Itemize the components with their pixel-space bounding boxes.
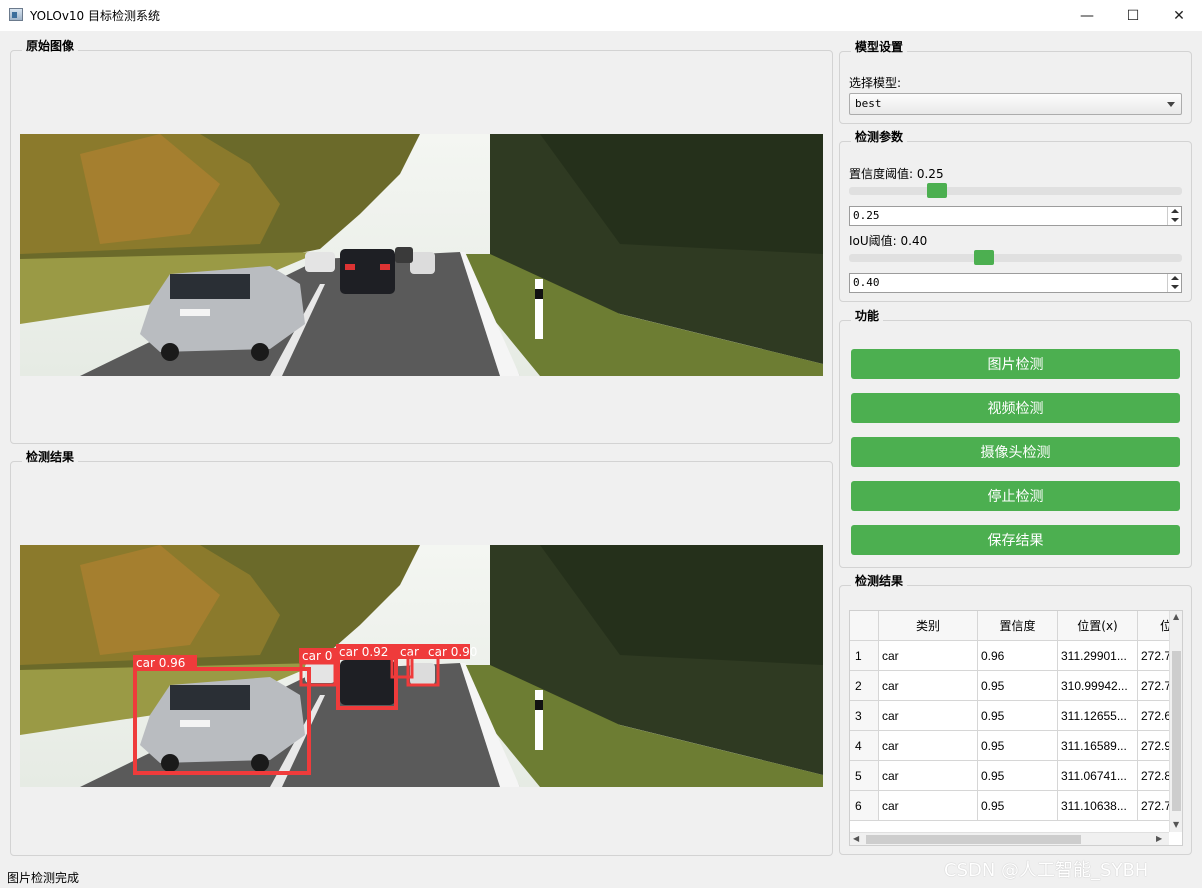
confidence-label: 置信度阈值: 0.25 xyxy=(849,167,944,181)
row-index[interactable]: 4 xyxy=(850,731,879,761)
select-model-label: 选择模型: xyxy=(849,76,902,90)
spin-buttons[interactable] xyxy=(1167,274,1181,292)
cell-class[interactable]: car xyxy=(879,641,978,671)
table-corner[interactable] xyxy=(850,611,879,641)
horizontal-scroll-thumb[interactable] xyxy=(866,835,1081,844)
header-confidence[interactable]: 置信度 xyxy=(978,611,1058,641)
cell-position-x[interactable]: 311.06741... xyxy=(1058,761,1138,791)
close-button[interactable]: ✕ xyxy=(1156,0,1202,31)
row-index[interactable]: 3 xyxy=(850,701,879,731)
cell-confidence[interactable]: 0.95 xyxy=(978,701,1058,731)
cell-class[interactable]: car xyxy=(879,701,978,731)
detection-params-title: 检测参数 xyxy=(851,130,908,144)
status-bar-text: 图片检测完成 xyxy=(7,871,80,885)
results-table[interactable]: 类别 置信度 位置(x) 位 1 car 0.96 311.29901... 2… xyxy=(849,610,1183,846)
model-settings-title: 模型设置 xyxy=(851,40,908,54)
iou-slider[interactable] xyxy=(849,254,1182,262)
row-index[interactable]: 1 xyxy=(850,641,879,671)
detection-label: car 0.90 xyxy=(428,645,477,659)
watermark: CSDN @人工智能_SYBH xyxy=(944,860,1149,881)
cell-position-x[interactable]: 310.99942... xyxy=(1058,671,1138,701)
iou-label: IoU阈值: 0.40 xyxy=(849,234,928,248)
row-index[interactable]: 2 xyxy=(850,671,879,701)
header-class[interactable]: 类别 xyxy=(879,611,978,641)
scroll-up-icon[interactable]: ▲ xyxy=(1173,612,1179,621)
cell-position-x[interactable]: 311.16589... xyxy=(1058,731,1138,761)
cell-confidence[interactable]: 0.95 xyxy=(978,791,1058,821)
title-bar: YOLOv10 目标检测系统 — ☐ ✕ xyxy=(0,0,1202,31)
confidence-value: 0.25 xyxy=(853,209,880,222)
iou-slider-handle[interactable] xyxy=(974,250,994,265)
arrow-up-icon[interactable] xyxy=(1171,276,1179,280)
save-results-button[interactable]: 保存结果 xyxy=(851,525,1180,555)
confidence-spinbox[interactable]: 0.25 xyxy=(849,206,1182,226)
detection-label: car 0.92 xyxy=(339,645,388,659)
functions-title: 功能 xyxy=(851,309,884,323)
spin-buttons[interactable] xyxy=(1167,207,1181,225)
window-title: YOLOv10 目标检测系统 xyxy=(30,9,161,23)
stop-detect-button[interactable]: 停止检测 xyxy=(851,481,1180,511)
model-select[interactable]: best xyxy=(849,93,1182,115)
arrow-down-icon[interactable] xyxy=(1171,285,1179,289)
result-image-title: 检测结果 xyxy=(22,450,79,464)
row-index[interactable]: 5 xyxy=(850,761,879,791)
cell-class[interactable]: car xyxy=(879,731,978,761)
row-index[interactable]: 6 xyxy=(850,791,879,821)
cell-class[interactable]: car xyxy=(879,791,978,821)
iou-value: 0.40 xyxy=(853,276,880,289)
result-image: car 0.96 car 0 car 0.92 car car 0.90 xyxy=(20,545,823,787)
car-dark xyxy=(340,249,395,294)
arrow-down-icon[interactable] xyxy=(1171,218,1179,222)
detection-label: car 0.96 xyxy=(136,656,185,670)
cell-position-x[interactable]: 311.12655... xyxy=(1058,701,1138,731)
cell-confidence[interactable]: 0.95 xyxy=(978,761,1058,791)
scroll-right-icon[interactable]: ▶ xyxy=(1156,834,1162,843)
cell-class[interactable]: car xyxy=(879,671,978,701)
vertical-scrollbar[interactable]: ▲ ▼ xyxy=(1169,611,1182,832)
cell-confidence[interactable]: 0.95 xyxy=(978,731,1058,761)
horizontal-scrollbar[interactable]: ◀ ▶ xyxy=(850,832,1169,845)
app-icon xyxy=(9,8,23,21)
confidence-slider[interactable] xyxy=(849,187,1182,195)
video-detect-button[interactable]: 视频检测 xyxy=(851,393,1180,423)
cell-position-x[interactable]: 311.29901... xyxy=(1058,641,1138,671)
scroll-down-icon[interactable]: ▼ xyxy=(1173,820,1179,829)
header-position-x[interactable]: 位置(x) xyxy=(1058,611,1138,641)
original-image-title: 原始图像 xyxy=(22,39,79,53)
model-select-value: best xyxy=(855,97,882,110)
vertical-scroll-thumb[interactable] xyxy=(1172,651,1181,811)
cell-position-x[interactable]: 311.10638... xyxy=(1058,791,1138,821)
cell-class[interactable]: car xyxy=(879,761,978,791)
cell-confidence[interactable]: 0.95 xyxy=(978,671,1058,701)
chevron-down-icon xyxy=(1167,102,1175,107)
scroll-left-icon[interactable]: ◀ xyxy=(853,834,859,843)
arrow-up-icon[interactable] xyxy=(1171,209,1179,213)
maximize-button[interactable]: ☐ xyxy=(1110,0,1156,31)
camera-detect-button[interactable]: 摄像头检测 xyxy=(851,437,1180,467)
results-table-title: 检测结果 xyxy=(851,574,908,588)
minimize-button[interactable]: — xyxy=(1064,0,1110,31)
iou-spinbox[interactable]: 0.40 xyxy=(849,273,1182,293)
detection-label: car 0 xyxy=(302,649,332,663)
cell-confidence[interactable]: 0.96 xyxy=(978,641,1058,671)
confidence-slider-handle[interactable] xyxy=(927,183,947,198)
original-image xyxy=(20,134,823,376)
image-detect-button[interactable]: 图片检测 xyxy=(851,349,1180,379)
